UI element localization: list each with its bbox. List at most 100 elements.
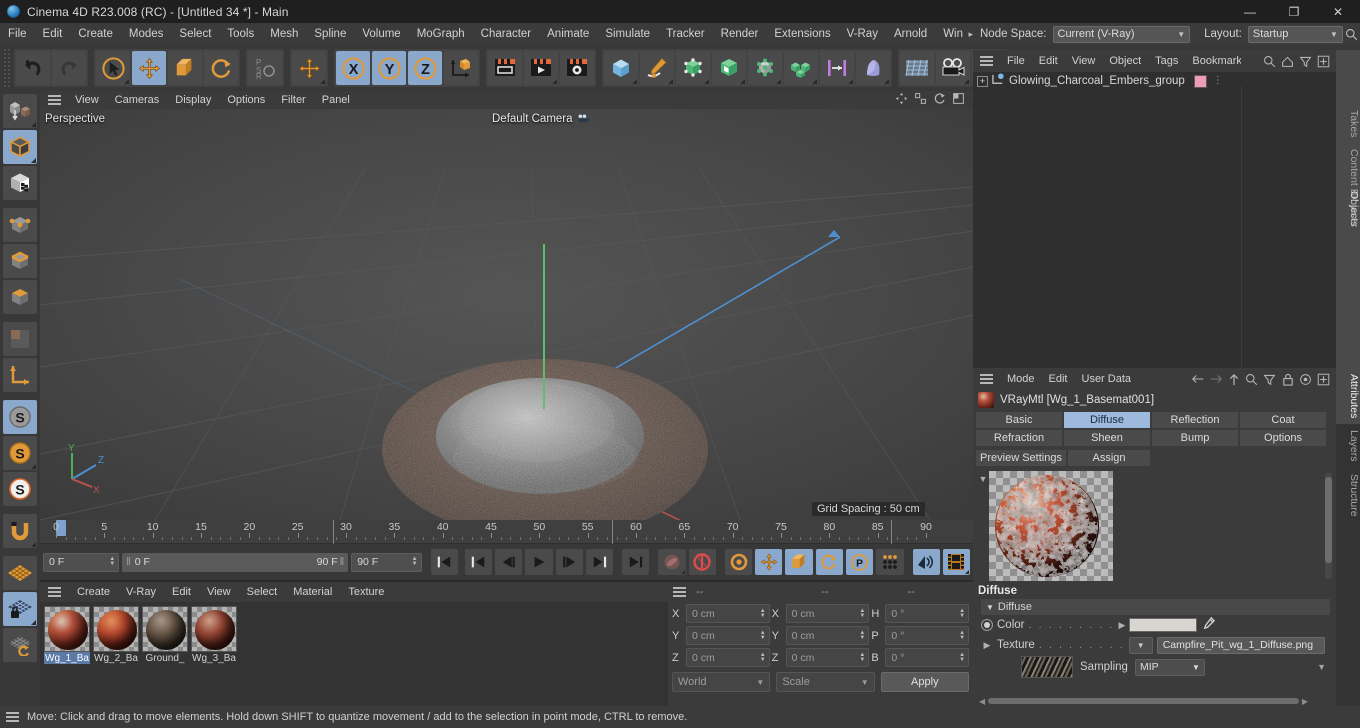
material-thumbnail[interactable] bbox=[44, 606, 90, 652]
coordinate-system-select[interactable]: World ▼ bbox=[672, 672, 771, 692]
add-character-button[interactable] bbox=[856, 51, 890, 85]
material-menu-vray[interactable]: V-Ray bbox=[118, 582, 164, 602]
tab-basic[interactable]: Basic bbox=[975, 411, 1063, 429]
tab-reflection[interactable]: Reflection bbox=[1151, 411, 1239, 429]
plus-icon[interactable] bbox=[1316, 372, 1331, 387]
go-to-next-key-button[interactable] bbox=[585, 549, 614, 575]
material-menu-select[interactable]: Select bbox=[239, 582, 286, 602]
coordinate-mode-select[interactable]: Scale ▼ bbox=[776, 672, 875, 692]
autokeying-button[interactable] bbox=[688, 549, 716, 575]
attributes-menu-mode[interactable]: Mode bbox=[1000, 368, 1042, 390]
go-to-end-button[interactable] bbox=[622, 549, 650, 575]
material-menu-create[interactable]: Create bbox=[69, 582, 118, 602]
search-icon[interactable] bbox=[1244, 372, 1259, 387]
psr-lock-button[interactable]: PSR bbox=[248, 51, 282, 85]
tag-dots-icon[interactable]: ⋮ bbox=[1213, 76, 1223, 86]
add-field-button[interactable] bbox=[820, 51, 854, 85]
pos-x-field[interactable]: 0 cm ▲ ▼ bbox=[686, 604, 770, 623]
point-level-animation-button[interactable] bbox=[876, 549, 904, 575]
menu-create[interactable]: Create bbox=[70, 23, 121, 45]
pos-z-field[interactable]: 0 cm ▲ ▼ bbox=[686, 648, 770, 667]
render-view-button[interactable] bbox=[488, 51, 522, 85]
lock-icon[interactable] bbox=[1280, 372, 1295, 387]
viewport-solo-single-button[interactable]: S bbox=[3, 436, 37, 470]
chevron-right-icon[interactable]: ▶ bbox=[981, 640, 993, 651]
material-item-wg2[interactable]: Wg_2_Ba bbox=[93, 606, 139, 706]
size-x-field[interactable]: 0 cm ▲ ▼ bbox=[785, 604, 870, 623]
add-cube-object-button[interactable] bbox=[604, 51, 638, 85]
uv-mode-button[interactable] bbox=[3, 322, 37, 356]
spinner-icon[interactable]: ▲ ▼ bbox=[760, 630, 766, 641]
status-hamburger-icon[interactable] bbox=[6, 712, 19, 722]
max-frame-field[interactable]: 90 F ▲ ▼ bbox=[351, 552, 422, 572]
parameter-key-button[interactable]: P bbox=[846, 549, 874, 575]
make-editable-button[interactable] bbox=[3, 94, 37, 128]
spinner-icon[interactable]: ▲ ▼ bbox=[412, 556, 418, 567]
lock-workplane-button[interactable] bbox=[3, 592, 37, 626]
add-camera-button[interactable] bbox=[936, 51, 970, 85]
position-key-button[interactable] bbox=[755, 549, 783, 575]
planar-workplane-button[interactable] bbox=[3, 628, 37, 662]
menu-extensions[interactable]: Extensions bbox=[766, 23, 838, 45]
search-icon[interactable] bbox=[1262, 54, 1277, 69]
menu-edit[interactable]: Edit bbox=[35, 23, 71, 45]
material-menu-view[interactable]: View bbox=[199, 582, 239, 602]
menu-tools[interactable]: Tools bbox=[219, 23, 262, 45]
menu-animate[interactable]: Animate bbox=[539, 23, 597, 45]
live-selection-tool[interactable] bbox=[96, 51, 130, 85]
current-frame-field[interactable]: 0 F ▲ ▼ bbox=[43, 552, 120, 572]
texture-path-field[interactable]: Campfire_Pit_wg_1_Diffuse.png bbox=[1156, 636, 1325, 654]
material-tag-icon[interactable] bbox=[1193, 74, 1207, 88]
spinner-icon[interactable]: ▲ ▼ bbox=[959, 630, 965, 641]
material-menu-material[interactable]: Material bbox=[285, 582, 340, 602]
polygon-mode-button[interactable] bbox=[3, 280, 37, 314]
search-icon[interactable] bbox=[1343, 23, 1360, 45]
menu-character[interactable]: Character bbox=[473, 23, 540, 45]
material-thumbnail[interactable] bbox=[191, 606, 237, 652]
object-menu-file[interactable]: File bbox=[1000, 50, 1032, 72]
scroll-left-arrow-icon[interactable]: ◀ bbox=[979, 697, 985, 706]
viewport-menu-options[interactable]: Options bbox=[219, 91, 273, 109]
add-generator-button[interactable] bbox=[676, 51, 710, 85]
material-menu-edit[interactable]: Edit bbox=[164, 582, 199, 602]
attributes-horizontal-scrollbar[interactable]: ◀ ▶ bbox=[979, 697, 1308, 706]
range-right-handle[interactable]: ‖ bbox=[338, 556, 347, 568]
menu-modes[interactable]: Modes bbox=[121, 23, 172, 45]
material-menu-texture[interactable]: Texture bbox=[340, 582, 392, 602]
expand-toggle-icon[interactable]: + bbox=[977, 75, 988, 87]
vtab-attributes[interactable]: Attributes bbox=[1336, 368, 1360, 425]
diffuse-subsection-header[interactable]: ▼ Diffuse bbox=[981, 599, 1330, 615]
add-light-button[interactable] bbox=[900, 51, 934, 85]
menu-overflow-arrow-icon[interactable]: ▸ bbox=[963, 29, 978, 40]
play-button[interactable] bbox=[525, 549, 553, 575]
scale-tool[interactable] bbox=[168, 51, 202, 85]
attributes-hamburger-icon[interactable] bbox=[980, 374, 993, 384]
range-left-handle[interactable]: ‖ bbox=[124, 556, 133, 568]
object-menu-tags[interactable]: Tags bbox=[1148, 50, 1185, 72]
viewport-menu-panel[interactable]: Panel bbox=[314, 91, 358, 109]
redo-button[interactable] bbox=[52, 51, 86, 85]
point-mode-button[interactable] bbox=[3, 208, 37, 242]
go-to-next-frame-button[interactable] bbox=[555, 549, 583, 575]
world-object-axis-button[interactable] bbox=[292, 51, 326, 85]
filmstrip-button[interactable] bbox=[942, 549, 971, 575]
menu-volume[interactable]: Volume bbox=[354, 23, 408, 45]
filter-icon[interactable] bbox=[1262, 372, 1277, 387]
rot-p-field[interactable]: 0 ° ▲ ▼ bbox=[885, 626, 970, 645]
viewport-menu-cameras[interactable]: Cameras bbox=[107, 91, 168, 109]
model-mode-button[interactable] bbox=[3, 130, 37, 164]
go-to-previous-frame-button[interactable] bbox=[495, 549, 523, 575]
spinner-icon[interactable]: ▲ ▼ bbox=[959, 608, 965, 619]
menu-arnold[interactable]: Arnold bbox=[886, 23, 935, 45]
vtab-structure[interactable]: Structure bbox=[1336, 468, 1360, 523]
viewport-menu-view[interactable]: View bbox=[67, 91, 107, 109]
preview-settings-button[interactable]: Preview Settings bbox=[975, 449, 1067, 467]
x-axis-lock[interactable]: X bbox=[336, 51, 370, 85]
edge-mode-button[interactable] bbox=[3, 244, 37, 278]
menu-mograph[interactable]: MoGraph bbox=[409, 23, 473, 45]
home-icon[interactable] bbox=[1280, 54, 1295, 69]
spinner-icon[interactable]: ▲ ▼ bbox=[859, 630, 865, 641]
vtab-layers[interactable]: Layers bbox=[1336, 424, 1360, 468]
camera-dots-icon[interactable] bbox=[578, 113, 589, 125]
menu-mesh[interactable]: Mesh bbox=[262, 23, 306, 45]
